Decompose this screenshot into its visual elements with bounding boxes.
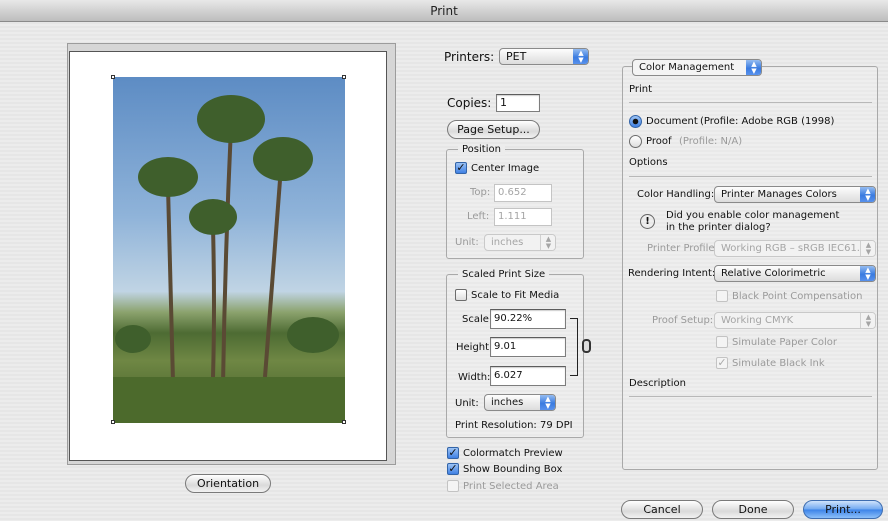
divider: [629, 176, 872, 177]
printer-profile-label: Printer Profile:: [647, 243, 718, 254]
proof-setup-select[interactable]: Working CMYK ▲ ▼: [714, 312, 876, 329]
simulate-paper-label: Simulate Paper Color: [732, 337, 837, 348]
proof-radio[interactable]: [629, 135, 642, 148]
popup-arrows-icon: ▲ ▼: [860, 266, 875, 281]
photo-preview[interactable]: [113, 77, 345, 423]
color-handling-value: Printer Manages Colors: [721, 189, 837, 200]
black-point-checkbox[interactable]: [716, 290, 728, 302]
print-heading: Print: [629, 84, 653, 95]
printer-profile-select[interactable]: Working RGB – sRGB IEC61... ▲ ▼: [714, 240, 876, 257]
popup-arrows-icon: ▲ ▼: [573, 49, 588, 64]
top-input[interactable]: 0.652: [494, 184, 552, 202]
bbox-handle[interactable]: [342, 75, 346, 79]
printer-profile-value: Working RGB – sRGB IEC61...: [721, 243, 867, 254]
print-selected-area-label: Print Selected Area: [463, 481, 559, 492]
section-value: Color Management: [639, 62, 735, 73]
document-radio[interactable]: [629, 115, 642, 128]
divider: [629, 396, 872, 397]
color-handling-select[interactable]: Printer Manages Colors ▲ ▼: [714, 186, 876, 203]
rendering-intent-label: Rendering Intent:: [628, 268, 716, 279]
bbox-handle[interactable]: [111, 75, 115, 79]
scaled-unit-select[interactable]: inches ▲ ▼: [484, 394, 556, 411]
scale-to-fit-label: Scale to Fit Media: [471, 290, 560, 301]
position-unit-label: Unit:: [455, 237, 479, 248]
copies-label: Copies:: [447, 96, 492, 110]
link-chain-icon[interactable]: [582, 339, 591, 353]
left-label: Left:: [467, 211, 490, 222]
divider: [629, 102, 872, 103]
simulate-black-checkbox[interactable]: ✓: [716, 357, 728, 369]
rendering-intent-value: Relative Colorimetric: [721, 268, 826, 279]
rendering-intent-select[interactable]: Relative Colorimetric ▲ ▼: [714, 265, 876, 282]
scaled-print-size-legend: Scaled Print Size: [458, 269, 550, 280]
popup-arrows-icon: ▲ ▼: [746, 60, 761, 75]
print-button[interactable]: Print...: [803, 500, 883, 519]
simulate-black-label: Simulate Black Ink: [732, 358, 825, 369]
height-input[interactable]: 9.01: [490, 337, 566, 357]
palm-trees-image: [113, 95, 345, 423]
width-input[interactable]: 6.027: [490, 366, 566, 386]
cancel-button[interactable]: Cancel: [621, 500, 703, 519]
position-legend: Position: [458, 144, 505, 155]
bbox-handle[interactable]: [342, 420, 346, 424]
print-resolution: Print Resolution: 79 DPI: [455, 420, 573, 431]
printers-value: PET: [506, 50, 527, 63]
show-bounding-box-label: Show Bounding Box: [463, 464, 563, 475]
section-select[interactable]: Color Management ▲ ▼: [632, 59, 762, 76]
bbox-handle[interactable]: [111, 420, 115, 424]
position-unit-select[interactable]: inches ▲ ▼: [484, 234, 556, 251]
warning-line-1: Did you enable color management: [666, 210, 840, 221]
scale-to-fit-checkbox[interactable]: [455, 289, 467, 301]
scaled-unit-label: Unit:: [455, 398, 479, 409]
proof-profile: (Profile: N/A): [679, 136, 743, 147]
center-image-checkbox[interactable]: ✓: [455, 162, 467, 174]
orientation-button[interactable]: Orientation: [185, 474, 271, 493]
print-selected-area-checkbox[interactable]: [447, 480, 459, 492]
left-input[interactable]: 1.111: [494, 208, 552, 226]
constrain-bracket: [570, 318, 578, 376]
copies-input[interactable]: 1: [496, 94, 540, 112]
warning-line-2: in the printer dialog?: [666, 222, 771, 233]
document-profile: (Profile: Adobe RGB (1998): [700, 116, 835, 127]
top-label: Top:: [470, 187, 491, 198]
color-handling-label: Color Handling:: [637, 189, 715, 200]
scale-label: Scale:: [462, 314, 493, 325]
done-button[interactable]: Done: [712, 500, 794, 519]
printers-label: Printers:: [444, 50, 495, 64]
black-point-label: Black Point Compensation: [732, 291, 863, 302]
center-image-label: Center Image: [471, 163, 540, 174]
popup-arrows-icon: ▲ ▼: [860, 313, 875, 328]
popup-arrows-icon: ▲ ▼: [540, 395, 555, 410]
printers-select[interactable]: PET ▲ ▼: [499, 48, 589, 65]
show-bounding-box-checkbox[interactable]: ✓: [447, 463, 459, 475]
description-heading: Description: [629, 378, 686, 389]
width-label: Width:: [458, 372, 491, 383]
height-label: Height:: [456, 342, 493, 353]
colormatch-preview-checkbox[interactable]: ✓: [447, 447, 459, 459]
proof-label: Proof: [646, 136, 672, 147]
position-unit-value: inches: [491, 237, 524, 248]
simulate-paper-checkbox[interactable]: [716, 336, 728, 348]
scaled-unit-value: inches: [491, 397, 524, 408]
document-label: Document: [646, 116, 698, 127]
page-setup-button[interactable]: Page Setup...: [447, 120, 540, 139]
window-title: Print: [0, 0, 888, 22]
popup-arrows-icon: ▲ ▼: [860, 241, 875, 256]
print-dialog: Print Orientation Printers: PET ▲ ▼ Copi…: [0, 0, 888, 521]
proof-setup-label: Proof Setup:: [652, 315, 714, 326]
colormatch-preview-label: Colormatch Preview: [463, 448, 563, 459]
scale-input[interactable]: 90.22%: [490, 309, 566, 329]
proof-setup-value: Working CMYK: [721, 315, 794, 326]
popup-arrows-icon: ▲ ▼: [860, 187, 875, 202]
options-heading: Options: [629, 157, 668, 168]
warning-icon: !: [640, 214, 655, 229]
popup-arrows-icon: ▲ ▼: [540, 235, 555, 250]
